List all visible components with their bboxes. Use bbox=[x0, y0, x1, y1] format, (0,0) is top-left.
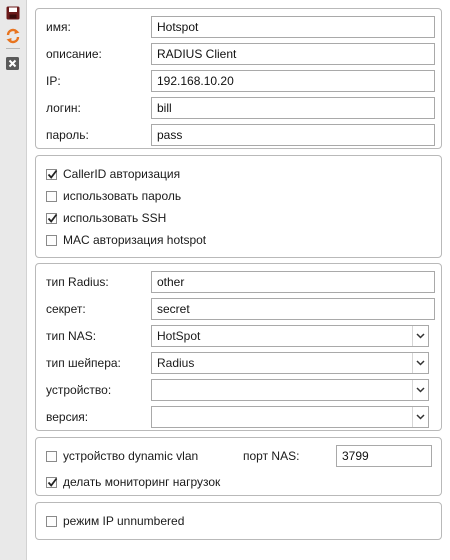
chevron-down-icon bbox=[412, 380, 428, 400]
ip-unnumbered-label: режим IP unnumbered bbox=[63, 514, 185, 528]
radius-type-label: тип Radius: bbox=[46, 275, 109, 289]
close-icon bbox=[6, 57, 19, 70]
load-monitoring-option[interactable]: делать мониторинг нагрузок bbox=[46, 471, 220, 493]
dynamic-vlan-checkbox[interactable] bbox=[46, 450, 57, 462]
device-label: устройство: bbox=[46, 383, 112, 397]
dynamic-vlan-label: устройство dynamic vlan bbox=[63, 449, 199, 463]
dynamic-vlan-option[interactable]: устройство dynamic vlan bbox=[46, 445, 198, 467]
vlan-panel: устройство dynamic vlan порт NAS: 3799 д… bbox=[35, 437, 442, 496]
callerid-label: CallerID авторизация bbox=[63, 167, 181, 181]
ip-input[interactable]: 192.168.10.20 bbox=[151, 70, 435, 92]
ip-unnumbered-option[interactable]: режим IP unnumbered bbox=[46, 510, 184, 532]
radius-panel: тип Radius: other секрет: secret тип NAS… bbox=[35, 263, 442, 431]
general-panel: имя: Hotspot описание: RADIUS Client IP:… bbox=[35, 8, 442, 149]
nas-type-select[interactable]: HotSpot bbox=[151, 325, 429, 347]
load-monitoring-label: делать мониторинг нагрузок bbox=[63, 475, 221, 489]
use-ssh-option[interactable]: использовать SSH bbox=[46, 207, 166, 229]
secret-label: секрет: bbox=[46, 302, 86, 316]
name-label: имя: bbox=[46, 20, 71, 34]
save-icon bbox=[6, 6, 19, 19]
save-button[interactable] bbox=[4, 4, 21, 21]
chevron-down-icon bbox=[412, 326, 428, 346]
description-input[interactable]: RADIUS Client bbox=[151, 43, 435, 65]
shaper-type-value: Radius bbox=[157, 356, 195, 370]
close-button[interactable] bbox=[4, 55, 21, 72]
load-monitoring-checkbox[interactable] bbox=[46, 476, 58, 488]
mac-auth-option[interactable]: MAC авторизация hotspot bbox=[46, 229, 206, 251]
chevron-down-icon bbox=[412, 353, 428, 373]
use-password-label: использовать пароль bbox=[63, 189, 182, 203]
name-input[interactable]: Hotspot bbox=[151, 16, 435, 38]
version-label: версия: bbox=[46, 410, 89, 424]
shaper-type-label: тип шейпера: bbox=[46, 356, 121, 370]
description-label: описание: bbox=[46, 47, 102, 61]
refresh-icon bbox=[6, 28, 19, 43]
login-input[interactable]: bill bbox=[151, 97, 435, 119]
device-select[interactable] bbox=[151, 379, 429, 401]
toolbar-separator bbox=[6, 48, 20, 49]
ip-label: IP: bbox=[46, 74, 61, 88]
callerid-option[interactable]: CallerID авторизация bbox=[46, 163, 180, 185]
radius-type-input[interactable]: other bbox=[151, 271, 435, 293]
password-label: пароль: bbox=[46, 128, 89, 142]
ip-mode-panel: режим IP unnumbered bbox=[35, 502, 442, 540]
ip-unnumbered-checkbox[interactable] bbox=[46, 515, 57, 527]
nas-port-input[interactable]: 3799 bbox=[336, 445, 432, 467]
use-password-option[interactable]: использовать пароль bbox=[46, 185, 181, 207]
use-password-checkbox[interactable] bbox=[46, 190, 57, 202]
chevron-down-icon bbox=[412, 407, 428, 427]
nas-port-label: порт NAS: bbox=[243, 449, 300, 463]
secret-input[interactable]: secret bbox=[151, 298, 435, 320]
shaper-type-select[interactable]: Radius bbox=[151, 352, 429, 374]
login-label: логин: bbox=[46, 101, 81, 115]
refresh-button[interactable] bbox=[4, 27, 21, 44]
password-input[interactable]: pass bbox=[151, 124, 435, 146]
mac-auth-checkbox[interactable] bbox=[46, 234, 57, 246]
auth-options-panel: CallerID авторизация использовать пароль… bbox=[35, 155, 442, 258]
side-toolbar bbox=[0, 0, 27, 560]
nas-type-label: тип NAS: bbox=[46, 329, 97, 343]
use-ssh-label: использовать SSH bbox=[63, 211, 167, 225]
nas-type-value: HotSpot bbox=[157, 329, 201, 343]
mac-auth-label: MAC авторизация hotspot bbox=[63, 233, 207, 247]
version-select[interactable] bbox=[151, 406, 429, 428]
callerid-checkbox[interactable] bbox=[46, 168, 58, 180]
use-ssh-checkbox[interactable] bbox=[46, 212, 58, 224]
